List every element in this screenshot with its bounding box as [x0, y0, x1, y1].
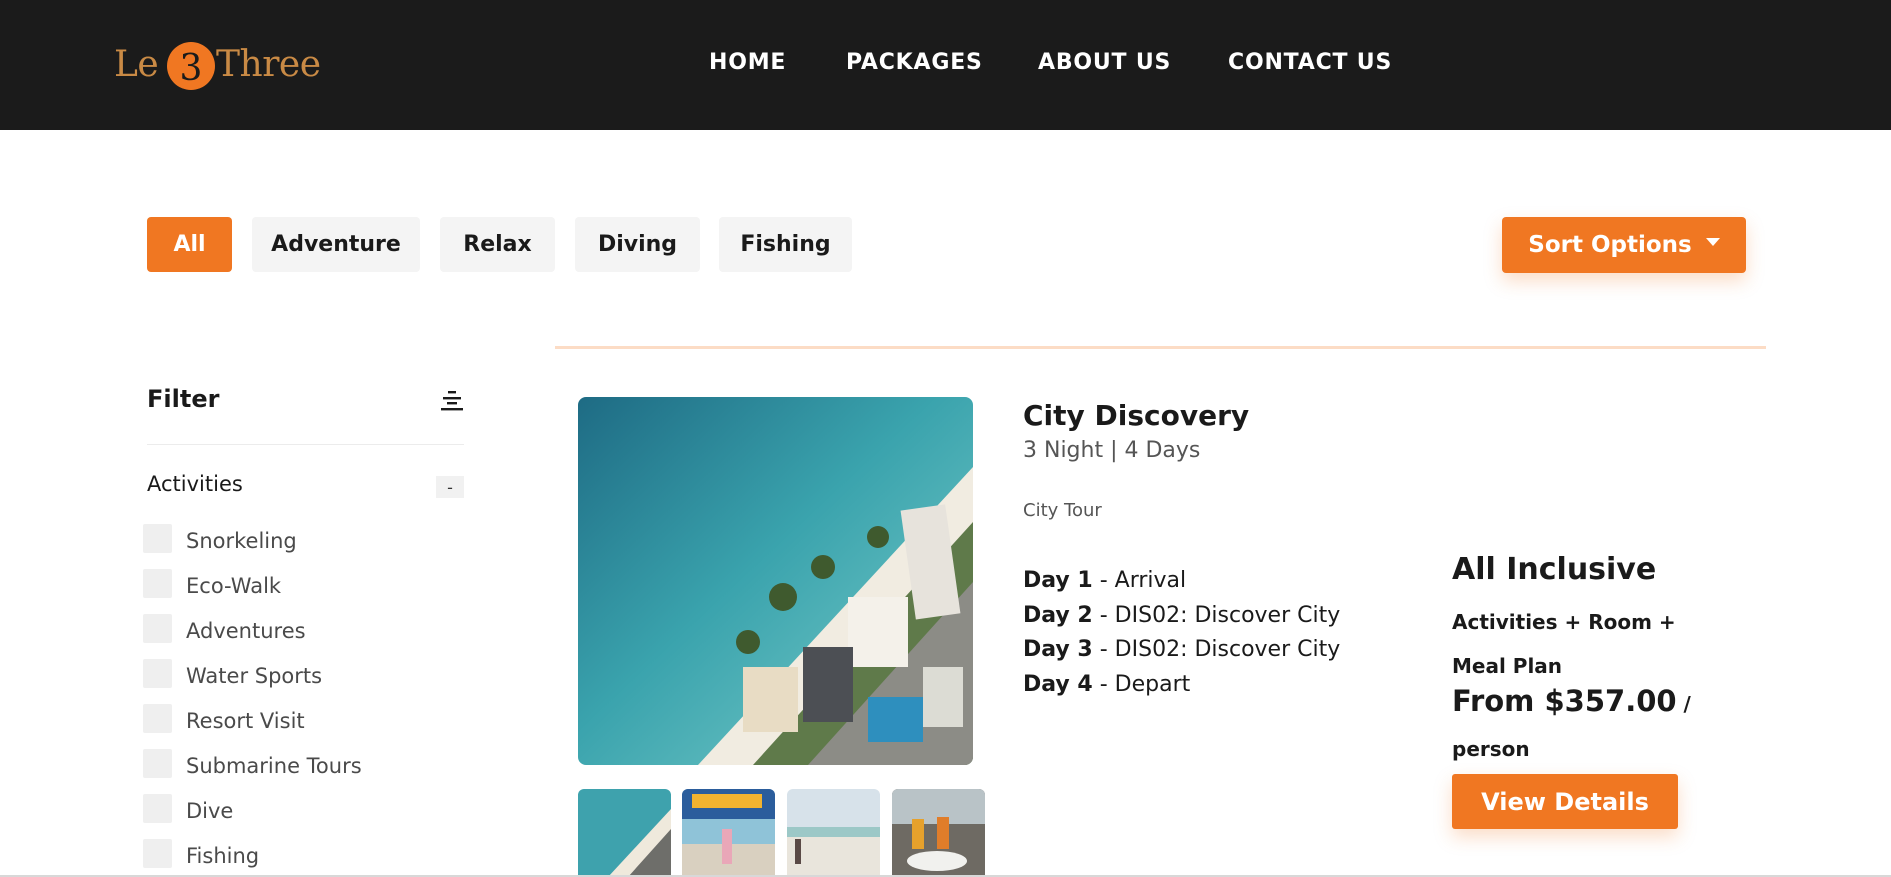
activity-label: Water Sports [186, 664, 323, 688]
thumbnail-beach-image [578, 789, 671, 877]
activity-label: Adventures [186, 619, 306, 643]
activity-checkbox[interactable] [143, 794, 172, 823]
nav-about-us[interactable]: ABOUT US [1038, 50, 1171, 75]
itinerary-day: Day 3 [1023, 637, 1093, 662]
activity-checkbox[interactable] [143, 749, 172, 778]
main-nav: HOME PACKAGES ABOUT US CONTACT US [0, 50, 1891, 80]
inclusion-title: All Inclusive [1452, 552, 1657, 587]
nav-home[interactable]: HOME [709, 50, 786, 75]
activity-item-water-sports[interactable]: Water Sports [143, 659, 443, 689]
sort-options-dropdown[interactable]: Sort Options [1502, 217, 1746, 273]
itinerary-desc: - Arrival [1092, 568, 1187, 593]
activity-item-dive[interactable]: Dive [143, 794, 443, 824]
package-thumbnail[interactable] [682, 789, 775, 877]
thumbnail-shore-image [787, 789, 880, 877]
view-details-button[interactable]: View Details [1452, 774, 1678, 829]
caret-down-icon [1705, 238, 1720, 246]
activity-label: Fishing [186, 844, 260, 868]
activity-checkbox[interactable] [143, 839, 172, 868]
content-divider [555, 346, 1766, 349]
activity-item-submarine-tours[interactable]: Submarine Tours [143, 749, 443, 779]
sort-options-label: Sort Options [1528, 232, 1692, 258]
category-relax-button[interactable]: Relax [440, 217, 555, 272]
package-title[interactable]: City Discovery [1023, 399, 1249, 432]
activity-item-snorkeling[interactable]: Snorkeling [143, 524, 443, 554]
category-adventure-button[interactable]: Adventure [252, 217, 420, 272]
category-all-button[interactable]: All [147, 217, 232, 272]
activity-item-resort-visit[interactable]: Resort Visit [143, 704, 443, 734]
activity-checkbox[interactable] [143, 569, 172, 598]
activity-checkbox[interactable] [143, 659, 172, 688]
activity-checkbox[interactable] [143, 704, 172, 733]
package-duration: 3 Night | 4 Days [1023, 438, 1201, 463]
itinerary-row: Day 2 - DIS02: Discover City [1023, 603, 1340, 628]
price-per-person: person [1452, 737, 1530, 761]
activities-collapse-button[interactable]: - [436, 476, 464, 498]
filter-separator [147, 444, 464, 445]
package-thumbnail[interactable] [578, 789, 671, 877]
itinerary-desc: - DIS02: Discover City [1092, 603, 1341, 628]
itinerary-day: Day 4 [1023, 672, 1093, 697]
itinerary-day: Day 1 [1023, 568, 1093, 593]
beach-aerial-image [578, 397, 973, 765]
site-header: Le 3 Three HOME PACKAGES ABOUT US CONTAC… [0, 0, 1891, 130]
itinerary-row: Day 1 - Arrival [1023, 568, 1186, 593]
package-thumbnail[interactable] [892, 789, 985, 877]
activity-item-fishing[interactable]: Fishing [143, 839, 443, 869]
activity-item-adventures[interactable]: Adventures [143, 614, 443, 644]
activities-section-title[interactable]: Activities [147, 472, 243, 496]
activity-label: Resort Visit [186, 709, 305, 733]
activity-checkbox[interactable] [143, 524, 172, 553]
filter-title: Filter [147, 385, 220, 413]
package-main-photo[interactable] [578, 397, 973, 765]
activity-label: Submarine Tours [186, 754, 362, 778]
itinerary-day: Day 2 [1023, 603, 1093, 628]
itinerary-row: Day 3 - DIS02: Discover City [1023, 637, 1340, 662]
package-price: From $357.00 / [1452, 684, 1691, 718]
package-type: City Tour [1023, 500, 1102, 521]
activity-checkbox[interactable] [143, 614, 172, 643]
price-amount: From $357.00 [1452, 684, 1677, 718]
itinerary-desc: - Depart [1092, 672, 1191, 697]
nav-contact-us[interactable]: CONTACT US [1228, 50, 1392, 75]
filter-sliders-icon[interactable] [440, 390, 464, 412]
itinerary-row: Day 4 - Depart [1023, 672, 1190, 697]
inclusion-description: Activities + Room + Meal Plan [1452, 610, 1676, 678]
price-unit-separator: / [1676, 692, 1691, 716]
nav-packages[interactable]: PACKAGES [846, 50, 983, 75]
category-diving-button[interactable]: Diving [575, 217, 700, 272]
activity-label: Eco-Walk [186, 574, 282, 598]
package-thumbnail[interactable] [787, 789, 880, 877]
thumbnail-market-image [682, 789, 775, 877]
thumbnail-drinks-image [892, 789, 985, 877]
itinerary-desc: - DIS02: Discover City [1092, 637, 1341, 662]
activity-item-eco-walk[interactable]: Eco-Walk [143, 569, 443, 599]
activity-label: Dive [186, 799, 234, 823]
category-fishing-button[interactable]: Fishing [719, 217, 852, 272]
activity-label: Snorkeling [186, 529, 297, 553]
